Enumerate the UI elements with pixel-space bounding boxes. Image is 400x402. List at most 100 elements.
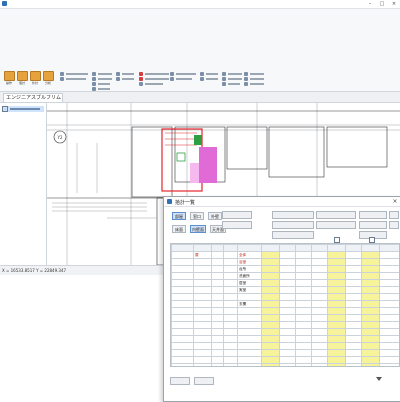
table-cell[interactable] [345, 300, 362, 308]
table-cell[interactable] [361, 300, 380, 308]
table-cell[interactable] [311, 328, 328, 336]
tab-room[interactable]: 部屋 [172, 212, 186, 220]
table-cell[interactable] [361, 307, 380, 315]
table-cell[interactable] [261, 349, 280, 357]
mid-button-4[interactable] [272, 221, 314, 229]
ribbon-item[interactable] [92, 86, 112, 91]
maximize-button[interactable]: □ [376, 0, 388, 8]
table-cell[interactable] [295, 286, 312, 294]
table-cell[interactable] [327, 356, 346, 364]
table-row[interactable] [171, 321, 399, 329]
column-header[interactable] [223, 244, 238, 252]
table-row[interactable] [171, 349, 399, 357]
table-cell[interactable] [345, 349, 362, 357]
table-cell[interactable] [211, 321, 224, 329]
table-cell[interactable] [361, 286, 380, 294]
table-cell[interactable] [295, 300, 312, 308]
table-cell[interactable] [327, 328, 346, 336]
bottom-button-2[interactable] [194, 377, 214, 385]
column-header[interactable] [379, 244, 399, 252]
table-cell[interactable] [237, 321, 262, 329]
tab-window[interactable]: 窓口 [190, 212, 204, 220]
table-row[interactable]: 居室 [171, 279, 399, 287]
right-button-1[interactable] [359, 211, 387, 219]
mid-button-7[interactable] [316, 221, 356, 229]
table-cell[interactable] [361, 342, 380, 350]
table-cell[interactable] [261, 286, 280, 294]
table-cell[interactable] [379, 328, 399, 336]
table-cell[interactable] [223, 349, 238, 357]
table-row[interactable] [171, 293, 399, 301]
table-cell[interactable] [279, 321, 296, 329]
table-cell[interactable] [295, 321, 312, 329]
column-header[interactable] [327, 244, 346, 252]
table-cell[interactable] [327, 286, 346, 294]
table-row[interactable] [171, 335, 399, 343]
table-cell[interactable] [193, 293, 212, 301]
table-cell[interactable] [171, 307, 194, 315]
table-cell[interactable] [345, 335, 362, 343]
table-cell[interactable] [261, 251, 280, 259]
table-cell[interactable] [345, 321, 362, 329]
table-cell[interactable] [193, 314, 212, 322]
table-cell[interactable] [171, 342, 194, 350]
table-cell[interactable] [295, 251, 312, 259]
table-cell[interactable] [327, 279, 346, 287]
table-cell[interactable] [327, 265, 346, 273]
table-cell[interactable] [345, 279, 362, 287]
table-cell[interactable] [311, 300, 328, 308]
table-cell[interactable] [261, 307, 280, 315]
table-cell[interactable] [193, 279, 212, 287]
ribbon-item[interactable] [222, 81, 242, 86]
table-cell[interactable] [193, 321, 212, 329]
table-row[interactable]: 玄関 [171, 300, 399, 308]
table-cell[interactable] [171, 321, 194, 329]
close-button[interactable]: × [388, 0, 400, 8]
mid-button-6[interactable] [316, 211, 356, 219]
table-cell[interactable] [295, 265, 312, 273]
table-cell[interactable]: 洗面所 [237, 272, 262, 280]
table-cell[interactable] [311, 314, 328, 322]
table-cell[interactable] [211, 342, 224, 350]
table-row[interactable] [171, 356, 399, 364]
table-cell[interactable] [345, 307, 362, 315]
table-cell[interactable]: 居室 [237, 279, 262, 287]
table-cell[interactable]: 浴室 [237, 258, 262, 266]
table-cell[interactable] [295, 293, 312, 301]
table-cell[interactable] [237, 342, 262, 350]
ribbon-button-2[interactable]: 値計 [16, 71, 28, 85]
table-cell[interactable] [261, 265, 280, 273]
table-cell[interactable] [311, 356, 328, 364]
table-cell[interactable] [279, 293, 296, 301]
table-cell[interactable] [237, 307, 262, 315]
table-cell[interactable] [295, 307, 312, 315]
table-cell[interactable] [345, 314, 362, 322]
table-row[interactable] [171, 342, 399, 350]
table-cell[interactable] [311, 272, 328, 280]
table-cell[interactable] [211, 300, 224, 308]
table-cell[interactable] [361, 314, 380, 322]
table-cell[interactable] [211, 349, 224, 357]
table-cell[interactable] [261, 363, 280, 366]
mid-button-2[interactable] [222, 221, 252, 229]
table-cell[interactable] [379, 265, 399, 273]
table-cell[interactable] [193, 286, 212, 294]
table-cell[interactable] [361, 328, 380, 336]
table-cell[interactable] [327, 272, 346, 280]
table-cell[interactable] [311, 265, 328, 273]
column-header[interactable] [211, 244, 224, 252]
column-header[interactable] [361, 244, 380, 252]
table-cell[interactable] [361, 356, 380, 364]
table-cell[interactable] [193, 349, 212, 357]
table-cell[interactable] [193, 307, 212, 315]
table-cell[interactable] [379, 293, 399, 301]
table-cell[interactable] [171, 286, 194, 294]
tree-item-selected[interactable]: - [2, 106, 44, 112]
table-cell[interactable] [193, 265, 212, 273]
table-cell[interactable] [193, 258, 212, 266]
table-cell[interactable] [211, 293, 224, 301]
table-cell[interactable] [237, 335, 262, 343]
table-cell[interactable] [237, 349, 262, 357]
ribbon-button-4[interactable]: 分析 [42, 71, 54, 85]
table-cell[interactable] [379, 258, 399, 266]
